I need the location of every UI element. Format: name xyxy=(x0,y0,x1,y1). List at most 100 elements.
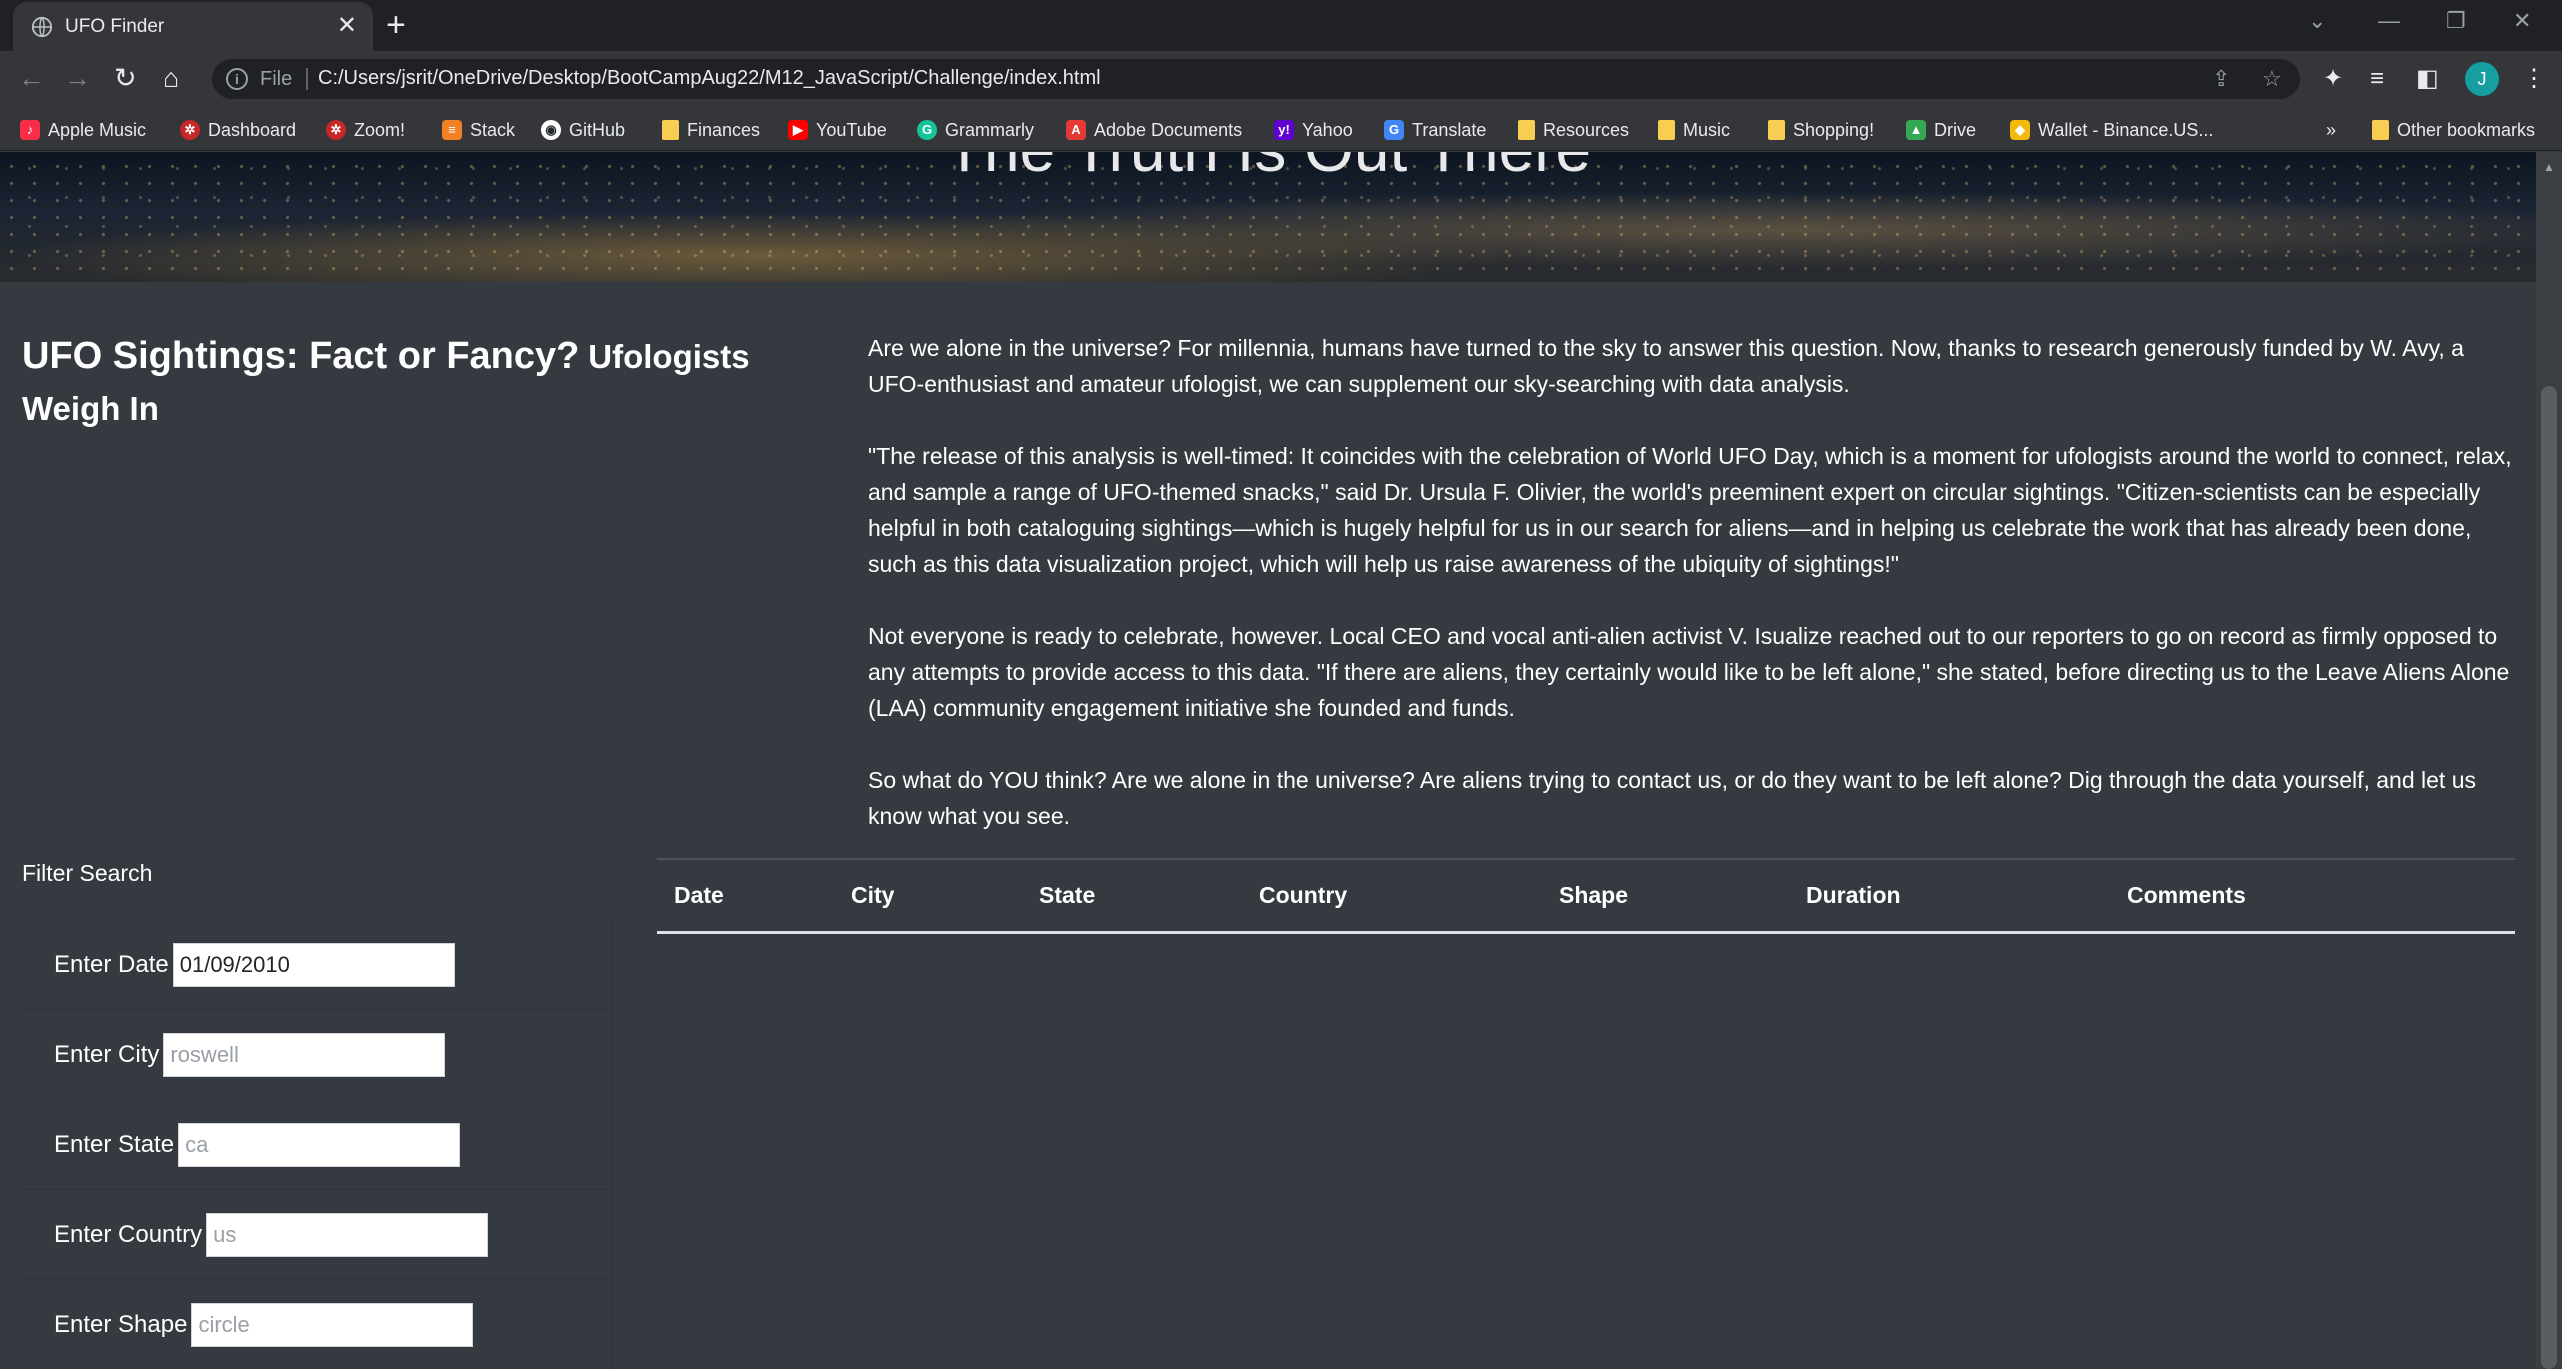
chevron-double-right-icon: » xyxy=(2326,119,2337,140)
minimize-icon[interactable]: — xyxy=(2378,8,2400,34)
back-icon[interactable]: ← xyxy=(18,63,45,93)
filter-item-shape: Enter Shape xyxy=(22,1280,611,1369)
state-label: Enter State xyxy=(54,1130,175,1158)
ufo-table-container: Date City State Country Shape Duration C… xyxy=(657,858,2515,934)
media-control-icon[interactable]: ≡ xyxy=(2370,65,2384,93)
side-panel-icon[interactable]: ◧ xyxy=(2416,65,2439,93)
hero-banner: The Truth Is Out There xyxy=(0,152,2536,282)
home-icon[interactable]: ⌂ xyxy=(163,63,179,93)
grammarly-icon: G xyxy=(917,120,937,140)
tab-strip: UFO Finder ✕ + ⌄ — ❐ ✕ xyxy=(0,0,2562,51)
bookmark-youtube[interactable]: ▶ YouTube xyxy=(788,117,887,143)
tab-close-icon[interactable]: ✕ xyxy=(337,12,357,40)
article-paragraph: Not everyone is ready to celebrate, howe… xyxy=(868,623,2510,721)
column-header-shape: Shape xyxy=(1542,858,1789,934)
table-header-row: Date City State Country Shape Duration C… xyxy=(657,858,2515,934)
filter-list: Enter Date Enter City Enter State Enter … xyxy=(22,920,612,1369)
scroll-up-icon[interactable]: ▲ xyxy=(2543,160,2555,174)
country-input[interactable] xyxy=(206,1212,489,1257)
scrollbar-thumb[interactable] xyxy=(2541,386,2557,1369)
page-scrollbar[interactable]: ▲ xyxy=(2536,152,2562,1369)
github-icon: ◉ xyxy=(541,120,561,140)
folder-icon xyxy=(1768,120,1785,140)
bookmark-resources[interactable]: Resources xyxy=(1518,117,1629,143)
globe-icon xyxy=(31,16,53,38)
column-header-date: Date xyxy=(657,858,834,934)
date-input[interactable] xyxy=(172,942,455,987)
article-paragraph: "The release of this analysis is well-ti… xyxy=(868,443,2512,577)
bookmark-adobe-documents[interactable]: A Adobe Documents xyxy=(1066,117,1242,143)
article-title: UFO Sightings: Fact or Fancy? Ufologists… xyxy=(22,330,802,435)
bookmark-apple-music[interactable]: ♪ Apple Music xyxy=(20,117,146,143)
folder-icon xyxy=(2372,120,2389,140)
other-bookmarks[interactable]: Other bookmarks xyxy=(2372,117,2535,143)
folder-icon xyxy=(1518,120,1535,140)
apple-music-icon: ♪ xyxy=(20,120,40,140)
filter-item-country: Enter Country xyxy=(22,1190,611,1280)
filter-item-state: Enter State xyxy=(22,1100,611,1190)
state-input[interactable] xyxy=(178,1122,461,1167)
shape-label: Enter Shape xyxy=(54,1310,188,1338)
share-icon[interactable]: ⇪ xyxy=(2212,66,2230,92)
site-info-icon[interactable]: i xyxy=(226,68,248,90)
bookmark-translate[interactable]: G Translate xyxy=(1384,117,1486,143)
filter-item-city: Enter City xyxy=(22,1010,611,1100)
title-main: UFO Sightings: Fact or Fancy? xyxy=(22,335,580,377)
reload-icon[interactable]: ↻ xyxy=(114,63,137,93)
bookmarks-overflow-button[interactable]: » xyxy=(2326,117,2336,143)
url-scheme: File xyxy=(260,68,293,90)
folder-icon xyxy=(662,120,679,140)
window-close-icon[interactable]: ✕ xyxy=(2513,8,2531,34)
filter-item-date: Enter Date xyxy=(22,920,611,1010)
binance-icon: ◆ xyxy=(2010,120,2030,140)
folder-icon xyxy=(1658,120,1675,140)
date-label: Enter Date xyxy=(54,950,169,978)
address-divider xyxy=(306,68,308,90)
translate-icon: G xyxy=(1384,120,1404,140)
new-tab-button[interactable]: + xyxy=(386,8,406,42)
tab-search-icon[interactable]: ⌄ xyxy=(2308,8,2326,34)
filter-heading: Filter Search xyxy=(22,860,153,886)
bookmark-finances[interactable]: Finances xyxy=(662,117,760,143)
column-header-state: State xyxy=(1022,858,1242,934)
bookmark-drive[interactable]: ▲ Drive xyxy=(1906,117,1976,143)
profile-avatar[interactable]: J xyxy=(2465,62,2499,96)
article-body: Are we alone in the universe? For millen… xyxy=(868,330,2518,870)
extensions-icon[interactable]: ✦ xyxy=(2323,65,2343,93)
bookmarks-bar: ♪ Apple Music ✲ Dashboard ✲ Zoom! ≡ Stack ◉ G… xyxy=(0,108,2562,151)
column-header-city: City xyxy=(834,858,1022,934)
hero-heading: The Truth Is Out There xyxy=(0,152,2536,186)
yahoo-icon: y! xyxy=(1274,120,1294,140)
address-bar[interactable]: i File C:/Users/jsrit/OneDrive/Desktop/B… xyxy=(212,59,2300,99)
column-header-country: Country xyxy=(1242,858,1542,934)
city-label: Enter City xyxy=(54,1040,160,1068)
bookmark-star-icon[interactable]: ☆ xyxy=(2262,66,2282,92)
bookmark-yahoo[interactable]: y! Yahoo xyxy=(1274,117,1353,143)
country-label: Enter Country xyxy=(54,1220,203,1248)
shape-input[interactable] xyxy=(191,1302,474,1347)
page-viewport: The Truth Is Out There UFO Sightings: Fa… xyxy=(0,152,2536,1369)
bookmark-dashboard[interactable]: ✲ Dashboard xyxy=(180,117,296,143)
bookmark-shopping[interactable]: Shopping! xyxy=(1768,117,1874,143)
city-input[interactable] xyxy=(163,1032,446,1077)
article-paragraph: So what do YOU think? Are we alone in th… xyxy=(868,767,2477,829)
bookmark-stack[interactable]: ≡ Stack xyxy=(442,117,515,143)
restore-icon[interactable]: ❐ xyxy=(2446,8,2466,34)
stack-icon: ≡ xyxy=(442,120,462,140)
tab-title: UFO Finder xyxy=(65,16,165,37)
zoom-icon: ✲ xyxy=(326,120,346,140)
drive-icon: ▲ xyxy=(1906,120,1926,140)
article-paragraph: Are we alone in the universe? For millen… xyxy=(868,335,2464,397)
bookmark-music[interactable]: Music xyxy=(1658,117,1730,143)
url-text[interactable]: C:/Users/jsrit/OneDrive/Desktop/BootCamp… xyxy=(318,67,1101,90)
bookmark-github[interactable]: ◉ GitHub xyxy=(541,117,625,143)
column-header-comments: Comments xyxy=(2110,858,2515,934)
bookmark-wallet-binance[interactable]: ◆ Wallet - Binance.US... xyxy=(2010,117,2213,143)
dashboard-icon: ✲ xyxy=(180,120,200,140)
bookmark-grammarly[interactable]: G Grammarly xyxy=(917,117,1034,143)
adobe-icon: A xyxy=(1066,120,1086,140)
menu-icon[interactable]: ⋮ xyxy=(2522,65,2546,93)
forward-icon[interactable]: → xyxy=(64,63,91,93)
bookmark-zoom[interactable]: ✲ Zoom! xyxy=(326,117,405,143)
browser-tab[interactable]: UFO Finder ✕ xyxy=(13,2,373,51)
